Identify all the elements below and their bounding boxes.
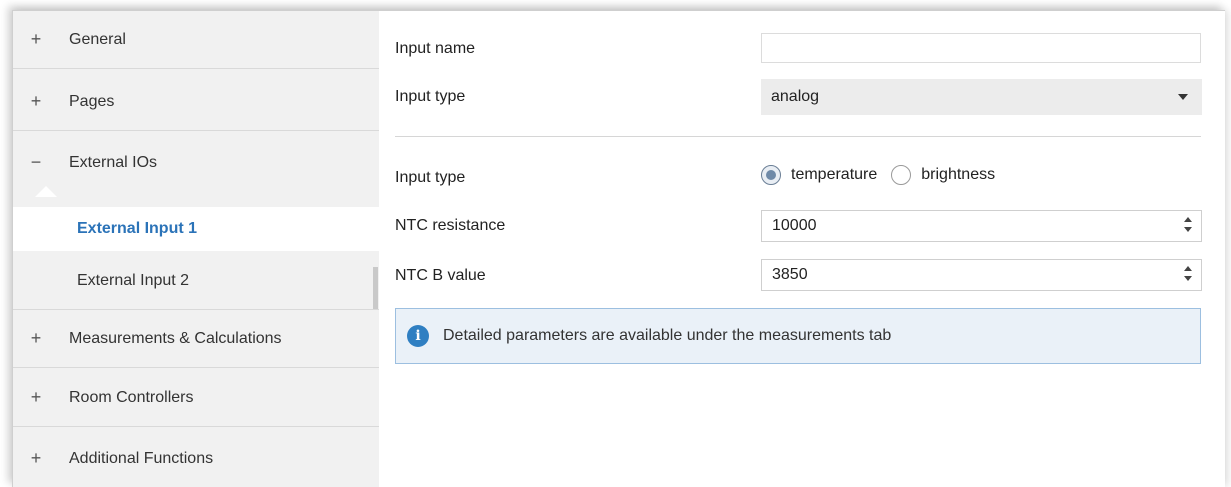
spin-down-icon[interactable]: [1184, 227, 1192, 232]
parameter-panel: Input name Input type analog Input type …: [379, 11, 1225, 487]
radio-temperature-label[interactable]: temperature: [791, 166, 877, 184]
sidebar-subitem-external-input-1[interactable]: External Input 1: [13, 207, 383, 251]
sidebar-subitem-external-input-2[interactable]: External Input 2: [13, 259, 379, 303]
ntc-b-value[interactable]: 3850: [772, 266, 808, 284]
spinner-arrows[interactable]: [1183, 266, 1193, 286]
input-name-label: Input name: [395, 40, 476, 57]
sidebar-item-label: Additional Functions: [69, 449, 214, 467]
sidebar-item-label: External IOs: [69, 153, 158, 171]
sidebar-item-additional-functions[interactable]: + Additional Functions: [13, 430, 379, 487]
app-window: + General + Pages − External IOs Externa…: [12, 10, 1225, 487]
expand-icon: +: [30, 29, 42, 49]
sidebar-item-label: Measurements & Calculations: [69, 329, 282, 347]
sensor-type-radio-group: temperature brightness: [761, 163, 1009, 187]
spin-up-icon[interactable]: [1184, 266, 1192, 271]
ntc-resistance-label: NTC resistance: [395, 217, 506, 234]
expand-icon: +: [30, 387, 42, 407]
sidebar-item-general[interactable]: + General: [13, 11, 379, 69]
divider: [395, 136, 1201, 137]
radio-dot: [766, 170, 776, 180]
sidebar-item-label: Pages: [69, 92, 115, 110]
sidebar-subitem-label: External Input 1: [77, 220, 198, 237]
input-name-field[interactable]: [761, 33, 1201, 63]
info-banner: i Detailed parameters are available unde…: [395, 308, 1201, 364]
sidebar-subitem-label: External Input 2: [77, 272, 190, 289]
sidebar-item-label: General: [69, 30, 126, 48]
input-type-value: analog: [771, 88, 820, 105]
info-text: Detailed parameters are available under …: [443, 327, 892, 344]
input-type-label: Input type: [395, 88, 466, 105]
subitem-scrollbar[interactable]: [373, 267, 378, 309]
collapse-icon: −: [30, 152, 42, 172]
ntc-b-value-spinbox[interactable]: 3850: [761, 259, 1202, 291]
sidebar-item-label: Room Controllers: [69, 388, 194, 406]
sidebar-item-room-controllers[interactable]: + Room Controllers: [13, 369, 379, 427]
info-icon: i: [407, 325, 429, 347]
expand-icon: +: [30, 328, 42, 348]
radio-brightness[interactable]: [891, 165, 912, 185]
input-type-select[interactable]: analog: [761, 79, 1202, 115]
subitem-pointer: [35, 186, 57, 197]
spinner-arrows[interactable]: [1183, 217, 1193, 237]
chevron-down-icon: [1178, 94, 1188, 100]
radio-temperature[interactable]: [761, 165, 781, 185]
expand-icon: +: [30, 91, 42, 111]
sidebar: + General + Pages − External IOs Externa…: [13, 11, 383, 487]
sensor-type-label: Input type: [395, 169, 466, 186]
ntc-b-value-label: NTC B value: [395, 267, 486, 284]
sidebar-item-pages[interactable]: + Pages: [13, 73, 379, 131]
expand-icon: +: [30, 448, 42, 468]
radio-brightness-label[interactable]: brightness: [921, 166, 995, 184]
sidebar-item-external-ios[interactable]: − External IOs: [13, 134, 379, 191]
ntc-resistance-spinbox[interactable]: 10000: [761, 210, 1202, 242]
sidebar-item-measurements[interactable]: + Measurements & Calculations: [13, 309, 379, 368]
spin-down-icon[interactable]: [1184, 276, 1192, 281]
spin-up-icon[interactable]: [1184, 217, 1192, 222]
ntc-resistance-value[interactable]: 10000: [772, 217, 817, 235]
